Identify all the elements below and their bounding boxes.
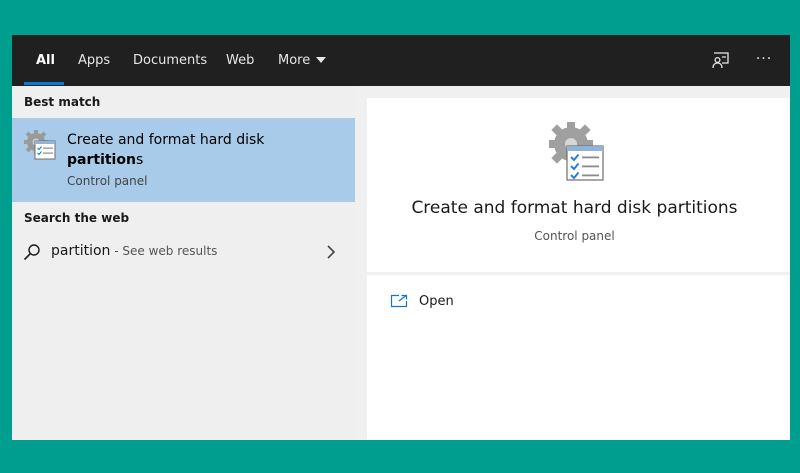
tab-documents[interactable]: Documents: [133, 35, 207, 86]
search-top-bar: All Apps Documents Web More ···: [12, 35, 790, 86]
preview-subtitle: Control panel: [534, 229, 615, 243]
control-panel-gear-icon-large: [549, 122, 604, 181]
feedback-icon[interactable]: [711, 50, 731, 70]
active-tab-indicator: [24, 82, 64, 85]
search-window: All Apps Documents Web More ··· Best mat…: [12, 35, 790, 440]
best-match-title-line1: Create and format hard disk: [67, 132, 265, 148]
best-match-result[interactable]: Create and format hard disk partitions Co…: [12, 118, 355, 202]
web-query: partition: [51, 243, 111, 259]
chevron-right-icon[interactable]: [324, 244, 338, 260]
best-match-title-bold: partition: [67, 152, 136, 168]
best-match-title-rest: s: [135, 152, 144, 168]
web-hint: - See web results: [110, 244, 218, 258]
open-action[interactable]: Open: [387, 291, 587, 315]
tab-all[interactable]: All: [36, 35, 55, 86]
chevron-down-icon: [316, 56, 327, 63]
preview-title: Create and format hard disk partitions: [411, 198, 738, 218]
web-result-row[interactable]: partition - See web results: [12, 236, 355, 268]
tab-more[interactable]: More: [278, 35, 327, 86]
open-label: Open: [419, 294, 454, 309]
tab-apps[interactable]: Apps: [78, 35, 110, 86]
preview-divider: [367, 272, 790, 275]
best-match-heading: Best match: [24, 95, 101, 109]
open-icon: [390, 294, 408, 308]
web-result-text: partition - See web results: [51, 243, 217, 259]
control-panel-gear-icon: [24, 130, 56, 160]
best-match-title: Create and format hard disk partitions: [67, 130, 347, 170]
preview-pane: Create and format hard disk partitions C…: [367, 98, 790, 440]
best-match-subtitle: Control panel: [67, 174, 148, 188]
search-web-heading: Search the web: [24, 211, 130, 225]
tab-more-label: More: [278, 53, 311, 68]
results-pane: Best match Create and format hard disk p…: [12, 86, 355, 440]
search-icon: [23, 244, 40, 261]
more-options-icon[interactable]: ···: [752, 49, 776, 69]
tab-web[interactable]: Web: [226, 35, 254, 86]
